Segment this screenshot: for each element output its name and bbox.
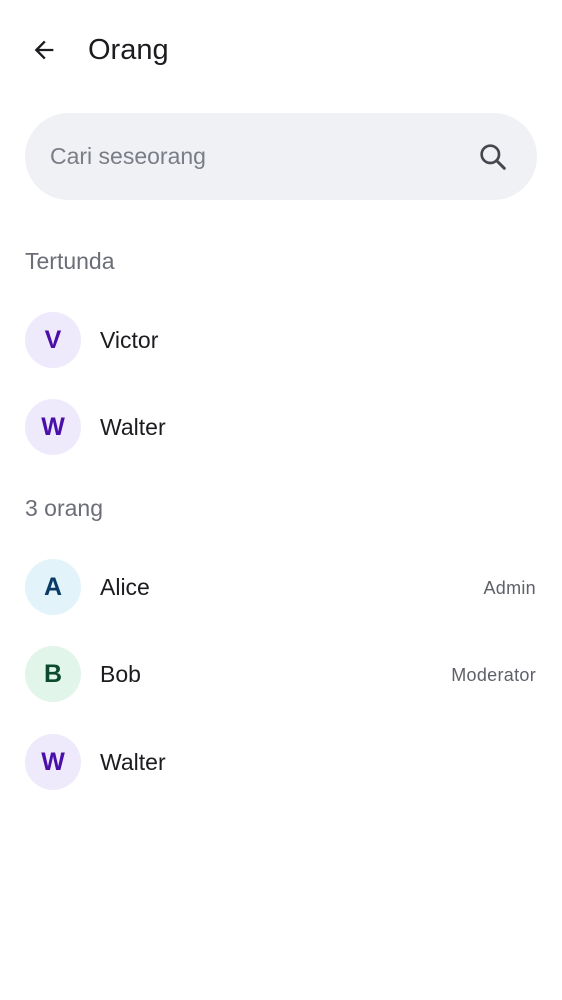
arrow-left-icon — [34, 40, 54, 60]
person-name: Victor — [100, 327, 159, 353]
page-title: Orang — [88, 34, 169, 66]
list-item[interactable]: B Bob Moderator — [0, 632, 562, 718]
search-bar[interactable] — [25, 113, 537, 200]
avatar: W — [25, 734, 81, 790]
role-badge: Admin — [483, 578, 536, 598]
person-name: Walter — [100, 414, 166, 440]
avatar: V — [25, 312, 81, 368]
section-header-pending: Tertunda — [25, 248, 115, 274]
list-item[interactable]: W Walter — [0, 385, 562, 471]
person-name: Walter — [100, 749, 166, 775]
avatar: A — [25, 559, 81, 615]
search-input[interactable] — [50, 113, 470, 200]
top-app-bar: Orang — [0, 0, 562, 100]
avatar: W — [25, 399, 81, 455]
person-name: Bob — [100, 661, 141, 687]
list-item[interactable]: A Alice Admin — [0, 545, 562, 631]
list-item[interactable]: W Walter — [0, 720, 562, 806]
list-item[interactable]: V Victor — [0, 298, 562, 384]
person-name: Alice — [100, 574, 150, 600]
section-header-members: 3 orang — [25, 495, 104, 521]
back-button[interactable] — [22, 28, 66, 72]
search-icon[interactable] — [477, 141, 509, 173]
avatar: B — [25, 646, 81, 702]
role-badge: Moderator — [451, 665, 536, 685]
